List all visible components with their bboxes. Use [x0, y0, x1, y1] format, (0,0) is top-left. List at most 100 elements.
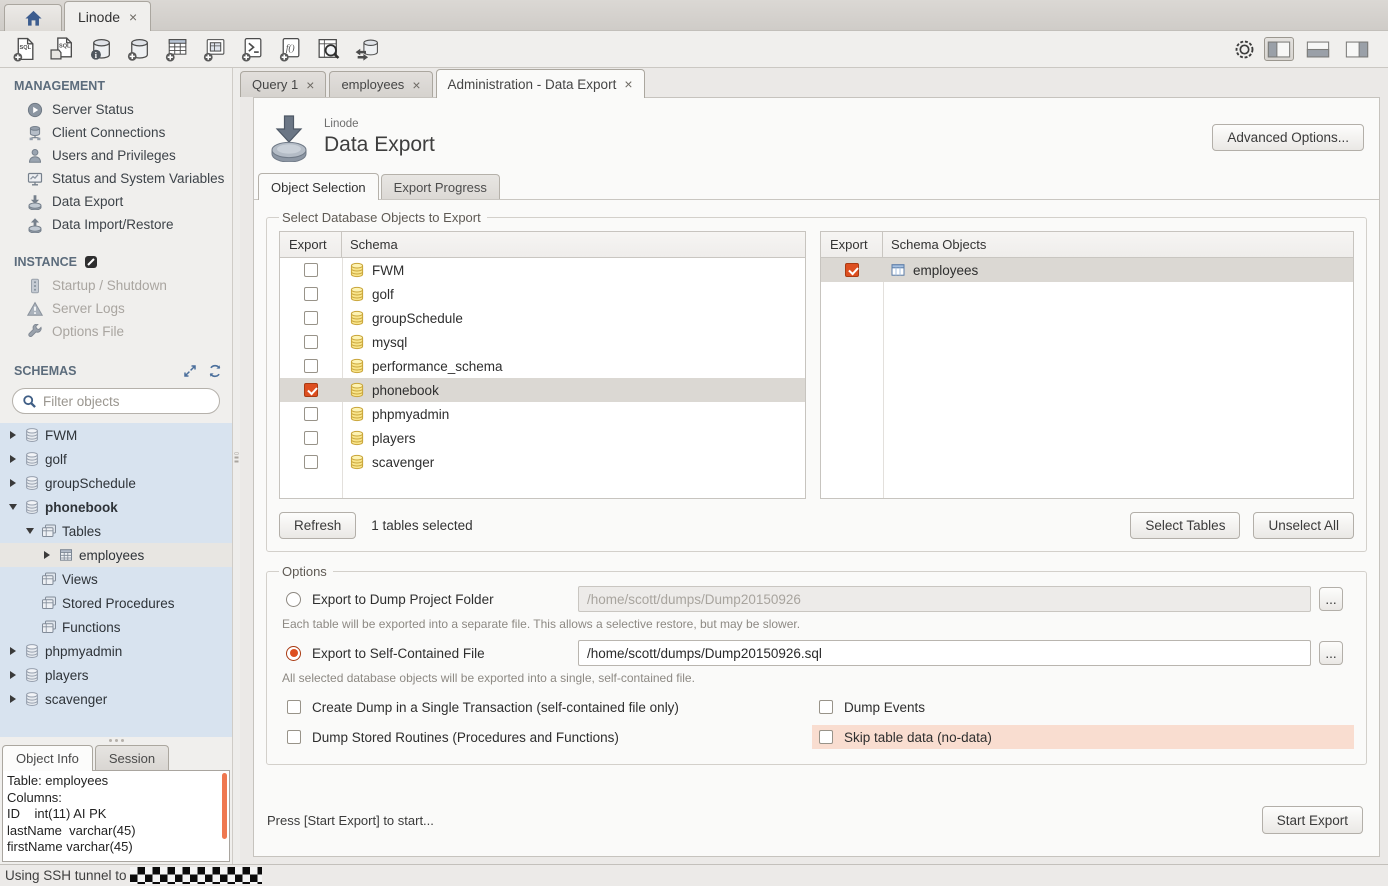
- single-transaction-checkbox-box[interactable]: [287, 700, 301, 714]
- gear-icon[interactable]: [1234, 39, 1255, 60]
- create-procedure-button[interactable]: [234, 33, 270, 65]
- tree-item-scavenger[interactable]: scavenger: [0, 687, 232, 711]
- tab-administration-data-export[interactable]: Administration - Data Export×: [436, 69, 645, 98]
- export-checkbox[interactable]: [304, 335, 318, 349]
- schema-row-phpmyadmin[interactable]: phpmyadmin: [280, 402, 805, 426]
- close-icon[interactable]: ×: [624, 77, 632, 91]
- export-checkbox[interactable]: [304, 287, 318, 301]
- select-tables-button[interactable]: Select Tables: [1130, 512, 1240, 539]
- sidebar-main-splitter[interactable]: [233, 68, 240, 864]
- close-icon[interactable]: ×: [412, 78, 420, 92]
- chevron-right-icon[interactable]: [6, 647, 19, 655]
- export-self-contained-radio[interactable]: [286, 646, 301, 661]
- new-query-button[interactable]: [6, 33, 42, 65]
- dump-stored-routines-checkbox-box[interactable]: [287, 730, 301, 744]
- schema-row-performance-schema[interactable]: performance_schema: [280, 354, 805, 378]
- sidebar-item-client-connections[interactable]: Client Connections: [0, 121, 232, 144]
- browse-file-button[interactable]: ...: [1319, 641, 1343, 665]
- home-tab[interactable]: [4, 4, 62, 31]
- create-table-button[interactable]: [158, 33, 194, 65]
- refresh-schemas-button[interactable]: [206, 362, 224, 380]
- instance-config-icon[interactable]: [84, 255, 98, 269]
- chevron-right-icon[interactable]: [6, 431, 19, 439]
- unselect-all-button[interactable]: Unselect All: [1253, 512, 1354, 539]
- reconnect-button[interactable]: [348, 33, 384, 65]
- expand-schemas-button[interactable]: [181, 362, 199, 380]
- search-data-button[interactable]: [310, 33, 346, 65]
- schema-row-groupschedule[interactable]: groupSchedule: [280, 306, 805, 330]
- tab-object-info[interactable]: Object Info: [2, 745, 93, 771]
- schema-row-players[interactable]: players: [280, 426, 805, 450]
- skip-table-data-checkbox[interactable]: Skip table data (no-data): [812, 725, 1354, 749]
- object-info-scrollbar[interactable]: [222, 773, 227, 839]
- dump-events-checkbox-box[interactable]: [819, 700, 833, 714]
- tab-query-1[interactable]: Query 1×: [240, 71, 326, 97]
- create-function-button[interactable]: [272, 33, 308, 65]
- export-dump-folder-radio[interactable]: [286, 592, 301, 607]
- sidebar-item-users-and-privileges[interactable]: Users and Privileges: [0, 144, 232, 167]
- tree-item-tables[interactable]: Tables: [0, 519, 232, 543]
- self-contained-path-input[interactable]: [578, 640, 1311, 666]
- export-checkbox[interactable]: [304, 359, 318, 373]
- close-icon[interactable]: ×: [129, 10, 137, 24]
- create-schema-button[interactable]: [120, 33, 156, 65]
- export-checkbox[interactable]: [304, 263, 318, 277]
- chevron-down-icon[interactable]: [6, 504, 19, 510]
- chevron-right-icon[interactable]: [6, 695, 19, 703]
- open-sql-script-button[interactable]: [44, 33, 80, 65]
- chevron-right-icon[interactable]: [6, 671, 19, 679]
- chevron-right-icon[interactable]: [6, 455, 19, 463]
- tree-item-fwm[interactable]: FWM: [0, 423, 232, 447]
- dump-folder-path-input[interactable]: [578, 586, 1311, 612]
- sidebar-item-status-and-system-variables[interactable]: Status and System Variables: [0, 167, 232, 190]
- export-checkbox[interactable]: [304, 383, 318, 397]
- schema-row-fwm[interactable]: FWM: [280, 258, 805, 282]
- schema-row-golf[interactable]: golf: [280, 282, 805, 306]
- tree-item-golf[interactable]: golf: [0, 447, 232, 471]
- connection-tab-linode[interactable]: Linode ×: [64, 1, 151, 31]
- inspect-database-button[interactable]: [82, 33, 118, 65]
- toggle-output-area-button[interactable]: [1303, 37, 1333, 61]
- sidebar-item-data-import-restore[interactable]: Data Import/Restore: [0, 213, 232, 236]
- schema-filter-input[interactable]: [43, 394, 210, 409]
- refresh-button[interactable]: Refresh: [279, 512, 356, 539]
- export-checkbox[interactable]: [304, 455, 318, 469]
- tree-item-employees[interactable]: employees: [0, 543, 232, 567]
- chevron-down-icon[interactable]: [23, 528, 36, 534]
- close-icon[interactable]: ×: [306, 78, 314, 92]
- tab-session[interactable]: Session: [95, 745, 169, 770]
- tree-item-views[interactable]: Views: [0, 567, 232, 591]
- tree-item-phpmyadmin[interactable]: phpmyadmin: [0, 639, 232, 663]
- tree-item-stored-procedures[interactable]: Stored Procedures: [0, 591, 232, 615]
- dump-events-checkbox[interactable]: Dump Events: [812, 695, 1354, 719]
- toggle-sidebar-button[interactable]: [1264, 37, 1294, 61]
- single-transaction-checkbox[interactable]: Create Dump in a Single Transaction (sel…: [279, 700, 812, 715]
- skip-table-data-checkbox-box[interactable]: [819, 730, 833, 744]
- schema-row-mysql[interactable]: mysql: [280, 330, 805, 354]
- schema-filter-box[interactable]: [12, 388, 220, 414]
- export-checkbox[interactable]: [304, 407, 318, 421]
- subtab-object-selection[interactable]: Object Selection: [258, 173, 379, 200]
- tree-item-groupschedule[interactable]: groupSchedule: [0, 471, 232, 495]
- export-checkbox[interactable]: [845, 263, 859, 277]
- start-export-button[interactable]: Start Export: [1262, 806, 1363, 834]
- export-checkbox[interactable]: [304, 311, 318, 325]
- object-row-employees[interactable]: employees: [821, 258, 1353, 282]
- advanced-options-button[interactable]: Advanced Options...: [1212, 124, 1364, 151]
- schema-row-scavenger[interactable]: scavenger: [280, 450, 805, 474]
- export-checkbox[interactable]: [304, 431, 318, 445]
- tree-item-phonebook[interactable]: phonebook: [0, 495, 232, 519]
- tree-item-players[interactable]: players: [0, 663, 232, 687]
- tree-item-functions[interactable]: Functions: [0, 615, 232, 639]
- tab-employees[interactable]: employees×: [329, 71, 432, 97]
- dump-stored-routines-checkbox[interactable]: Dump Stored Routines (Procedures and Fun…: [279, 730, 812, 745]
- browse-folder-button[interactable]: ...: [1319, 587, 1343, 611]
- toggle-secondary-sidebar-button[interactable]: [1342, 37, 1372, 61]
- chevron-right-icon[interactable]: [6, 479, 19, 487]
- sidebar-item-data-export[interactable]: Data Export: [0, 190, 232, 213]
- sidebar-splitter-handle[interactable]: [0, 737, 232, 744]
- subtab-export-progress[interactable]: Export Progress: [381, 174, 500, 199]
- chevron-right-icon[interactable]: [40, 551, 53, 559]
- create-view-button[interactable]: [196, 33, 232, 65]
- schema-row-phonebook[interactable]: phonebook: [280, 378, 805, 402]
